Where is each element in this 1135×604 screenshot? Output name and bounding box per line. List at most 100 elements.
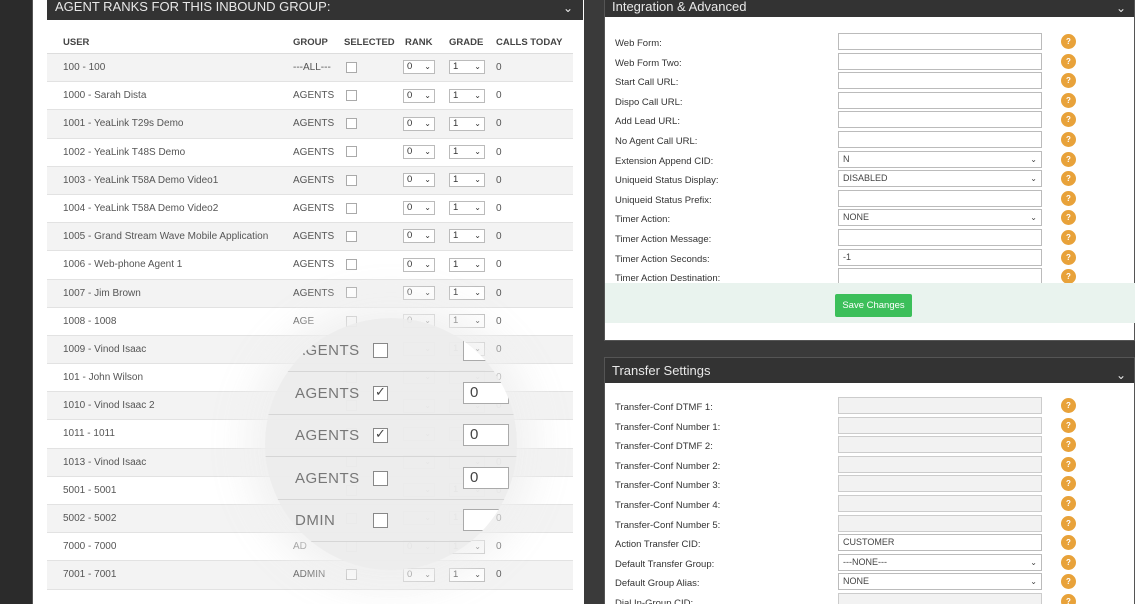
form-field-row: No Agent Call URL:? — [615, 131, 1085, 151]
magnified-checkbox[interactable] — [373, 470, 388, 486]
field-select[interactable]: NONE ⌄ — [838, 209, 1042, 227]
selected-checkbox[interactable] — [346, 287, 357, 299]
help-icon[interactable]: ? — [1061, 594, 1076, 604]
field-input[interactable] — [838, 436, 1042, 454]
transfer-settings-header[interactable]: Transfer Settings ⌄ — [605, 358, 1134, 383]
magnified-checkbox[interactable] — [373, 384, 388, 401]
field-input[interactable] — [838, 397, 1042, 414]
grade-select[interactable]: 1⌄ — [449, 314, 485, 329]
help-icon[interactable]: ? — [1061, 73, 1076, 89]
help-icon[interactable]: ? — [1061, 574, 1076, 590]
grade-select[interactable]: 1⌄ — [449, 88, 485, 103]
selected-checkbox[interactable] — [346, 118, 357, 130]
help-icon[interactable]: ? — [1061, 398, 1076, 413]
field-input[interactable] — [838, 111, 1042, 129]
collapse-chevron-icon[interactable]: ⌄ — [1116, 0, 1126, 16]
rank-select[interactable]: 0⌄ — [403, 116, 435, 131]
field-input[interactable] — [838, 131, 1042, 148]
field-input[interactable] — [838, 416, 1042, 434]
selected-checkbox[interactable] — [346, 230, 357, 242]
collapse-chevron-icon[interactable]: ⌄ — [563, 1, 573, 15]
field-input[interactable] — [838, 72, 1042, 90]
help-icon[interactable]: ? — [1061, 249, 1076, 265]
rank-select[interactable]: 0⌄ — [403, 60, 435, 75]
field-select[interactable]: ---NONE--- ⌄ — [838, 553, 1042, 571]
field-select[interactable]: DISABLED ⌄ — [838, 170, 1042, 188]
help-icon[interactable]: ? — [1061, 269, 1076, 285]
rank-select[interactable]: 0⌄ — [403, 88, 435, 103]
help-icon[interactable]: ? — [1061, 34, 1076, 49]
form-field-row: Uniqueid Status Display: DISABLED ⌄? — [615, 170, 1085, 190]
selected-checkbox[interactable] — [346, 90, 357, 102]
magnified-rank-select[interactable] — [463, 509, 509, 531]
help-icon[interactable]: ? — [1061, 190, 1076, 206]
help-icon[interactable]: ? — [1061, 230, 1076, 245]
field-input[interactable] — [838, 33, 1042, 50]
magnified-rank-select[interactable]: 0 — [463, 466, 509, 489]
grade-select[interactable]: 1⌄ — [449, 173, 485, 188]
selected-checkbox[interactable] — [346, 61, 357, 73]
grade-select[interactable]: 1⌄ — [449, 116, 485, 131]
rank-select[interactable]: 0⌄ — [403, 201, 435, 216]
magnified-rank-select[interactable]: 0 — [463, 381, 509, 404]
field-input[interactable] — [838, 593, 1042, 604]
help-icon[interactable]: ? — [1061, 151, 1076, 167]
magnified-checkbox[interactable] — [373, 513, 388, 528]
help-icon[interactable]: ? — [1061, 112, 1076, 128]
field-input[interactable] — [838, 514, 1042, 532]
grade-select[interactable]: 1⌄ — [449, 229, 485, 244]
field-input[interactable] — [838, 91, 1042, 109]
help-icon[interactable]: ? — [1061, 456, 1076, 472]
selected-checkbox[interactable] — [346, 202, 357, 214]
field-input[interactable]: -1 — [838, 248, 1042, 266]
field-input[interactable] — [838, 475, 1042, 493]
grade-select[interactable]: 1⌄ — [449, 257, 485, 272]
help-icon[interactable]: ? — [1061, 210, 1076, 226]
field-input[interactable] — [838, 52, 1042, 70]
row-grade-cell: 1⌄ — [449, 110, 485, 138]
selected-checkbox[interactable] — [346, 174, 357, 186]
help-icon[interactable]: ? — [1061, 476, 1076, 492]
magnified-checkbox[interactable] — [373, 426, 388, 443]
agent-ranks-header[interactable]: AGENT RANKS FOR THIS INBOUND GROUP: ⌄ — [47, 0, 583, 20]
selected-checkbox[interactable] — [346, 259, 357, 271]
help-icon[interactable]: ? — [1061, 417, 1076, 433]
help-icon[interactable]: ? — [1061, 535, 1076, 551]
magnified-checkbox[interactable] — [373, 343, 388, 358]
grade-select[interactable]: 1⌄ — [449, 144, 485, 159]
help-icon[interactable]: ? — [1061, 515, 1076, 531]
selected-checkbox[interactable] — [346, 569, 357, 581]
form-field-row: Transfer-Conf Number 5:? — [615, 514, 1085, 535]
rank-select[interactable]: 0⌄ — [403, 257, 435, 272]
field-input[interactable]: CUSTOMER — [838, 534, 1042, 552]
grade-select[interactable]: 1⌄ — [449, 567, 485, 582]
rank-select[interactable]: 0⌄ — [403, 285, 435, 300]
help-icon[interactable]: ? — [1061, 171, 1076, 187]
help-icon[interactable]: ? — [1061, 132, 1076, 147]
integration-header[interactable]: Integration & Advanced ⌄ — [605, 0, 1134, 17]
field-input[interactable] — [838, 229, 1042, 246]
help-icon[interactable]: ? — [1061, 53, 1076, 69]
help-icon[interactable]: ? — [1061, 437, 1076, 453]
help-icon[interactable]: ? — [1061, 92, 1076, 108]
help-icon[interactable]: ? — [1061, 554, 1076, 570]
grade-select[interactable]: 1⌄ — [449, 60, 485, 75]
magnified-rank-select[interactable]: 0 — [463, 424, 509, 446]
collapse-chevron-icon[interactable]: ⌄ — [1116, 362, 1126, 388]
rank-select[interactable]: 0⌄ — [403, 144, 435, 159]
rank-select[interactable]: 0⌄ — [403, 229, 435, 244]
rank-select[interactable]: 0⌄ — [403, 567, 435, 582]
field-input[interactable] — [838, 189, 1042, 207]
help-icon[interactable]: ? — [1061, 496, 1076, 511]
grade-select[interactable]: 1⌄ — [449, 285, 485, 300]
grade-select[interactable]: 1⌄ — [449, 201, 485, 216]
field-select[interactable]: NONE ⌄ — [838, 573, 1042, 591]
magnified-rank-select[interactable] — [463, 339, 509, 361]
field-input[interactable] — [838, 455, 1042, 473]
save-changes-button[interactable]: Save Changes — [835, 294, 912, 317]
rank-select[interactable]: 0⌄ — [403, 173, 435, 188]
selected-checkbox[interactable] — [346, 146, 357, 158]
field-select[interactable]: N ⌄ — [838, 150, 1042, 168]
row-user: 1006 - Web-phone Agent 1 — [63, 259, 183, 271]
field-input[interactable] — [838, 495, 1042, 512]
